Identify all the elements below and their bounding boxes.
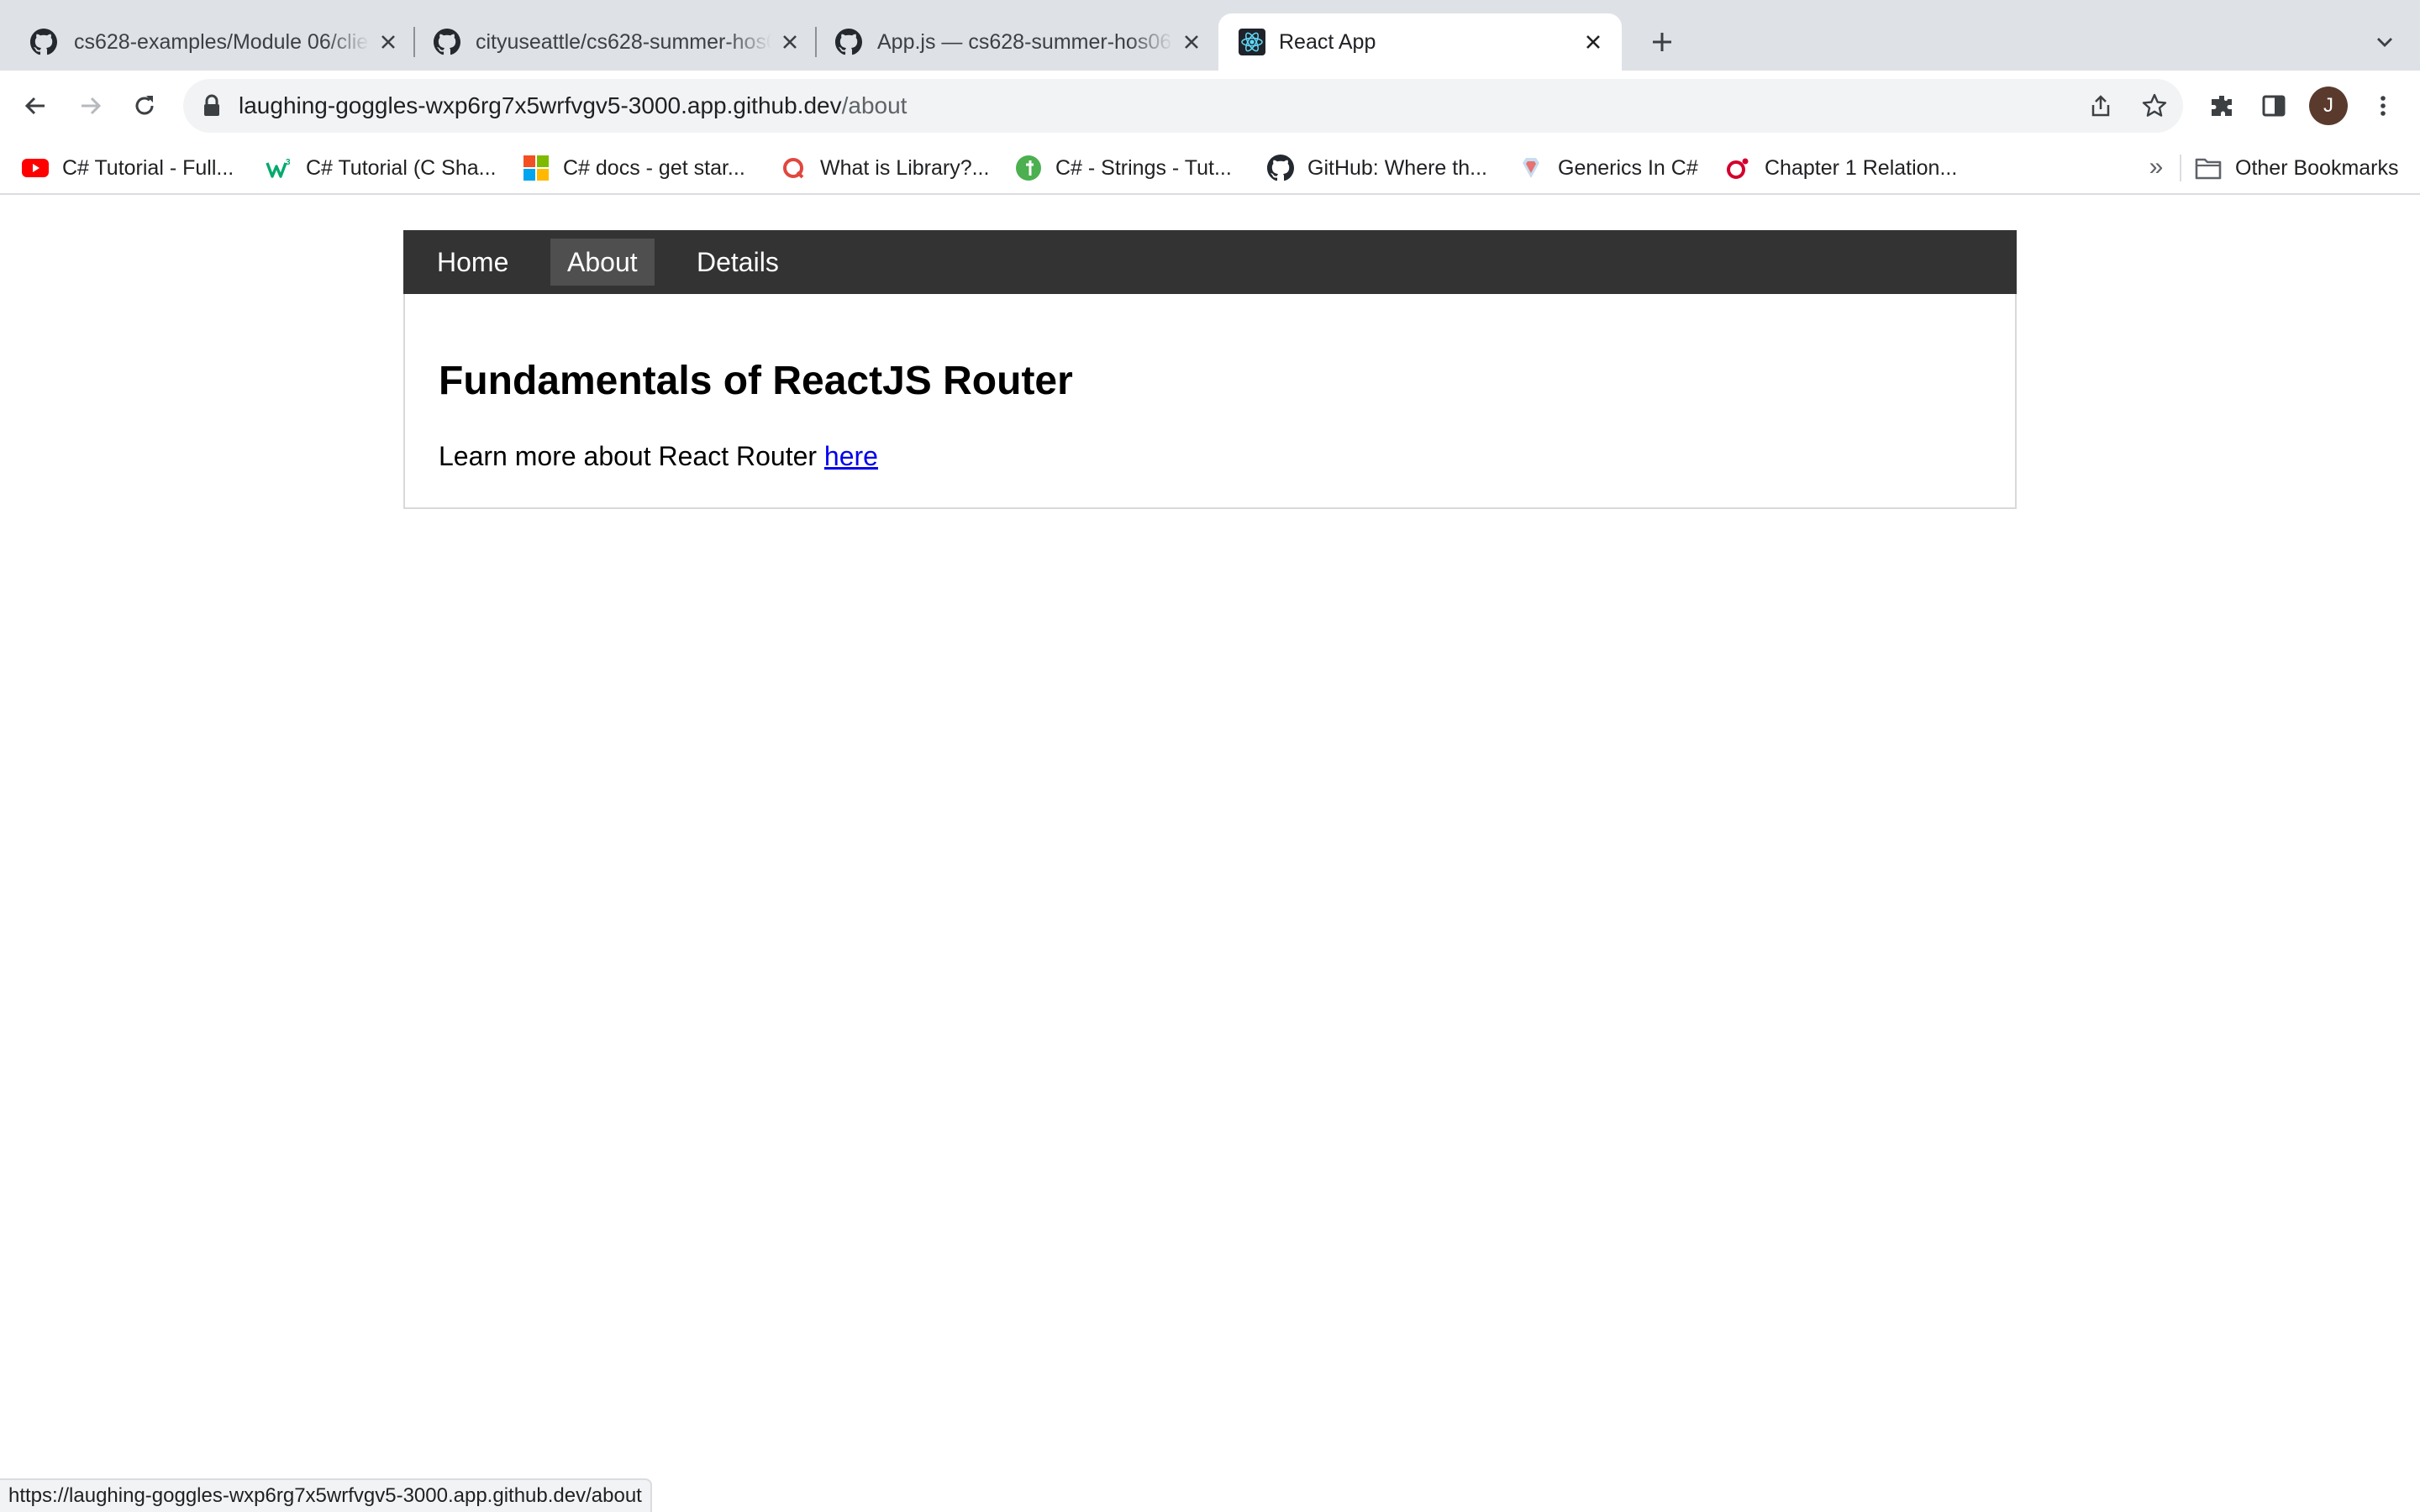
tab-cityuseattle-repo[interactable]: cityuseattle/cs628-summer-hos06 [402,13,812,71]
bookmark-label: Chapter 1 Relation... [1765,155,1958,180]
side-panel-icon[interactable] [2257,89,2291,123]
bookmark-label: C# Tutorial (C Sha... [306,155,497,180]
close-tab-icon[interactable] [776,29,803,55]
bookmark-item[interactable]: C# docs - get star... [523,148,745,188]
github-icon [835,29,862,55]
folder-icon [2195,155,2222,181]
extensions-icon[interactable] [2205,89,2238,123]
csharpcorner-icon [1518,155,1544,181]
bookmark-item[interactable]: What is Library?... [780,148,989,188]
tab-title: React App [1279,30,1376,54]
close-tab-icon[interactable] [1178,29,1205,55]
forward-button[interactable] [72,87,109,124]
github-icon [1267,155,1294,181]
status-url-bubble: https://laughing-goggles-wxp6rg7x5wrfvgv… [0,1478,652,1512]
bookmark-label: Other Bookmarks [2235,155,2399,180]
microsoft-icon [523,155,550,181]
bookmark-label: What is Library?... [820,155,990,180]
profile-avatar[interactable]: J [2309,87,2348,125]
youtube-icon [22,155,49,181]
bookmark-item[interactable]: C# - Strings - Tut... [1015,148,1232,188]
bookmark-item[interactable]: Generics In C# [1518,148,1698,188]
page-text-body: Learn more about React Router [439,441,818,471]
page-title: Fundamentals of ReactJS Router [439,359,1073,403]
bookmark-item[interactable]: GitHub: Where th... [1267,148,1487,188]
bookmark-star-icon[interactable] [2138,89,2171,123]
bookmark-item[interactable]: Chapter 1 Relation... [1724,148,1957,188]
tab-react-app[interactable]: React App [1218,13,1622,71]
share-icon[interactable] [2084,89,2118,123]
other-bookmarks-folder[interactable]: Other Bookmarks [2195,148,2399,188]
bookmarks-divider [2180,155,2181,181]
bookmark-label: Generics In C# [1558,155,1698,180]
bookmark-label: C# docs - get star... [563,155,745,180]
page-text: Learn more about React Router here [439,441,878,472]
lock-icon[interactable] [202,94,222,118]
tab-title: cityuseattle/cs628-summer-hos06 [476,30,771,54]
url-text[interactable]: laughing-goggles-wxp6rg7x5wrfvgv5-3000.a… [239,79,907,133]
url-path: /about [841,92,908,118]
tab-title: cs628-examples/Module 06/client-side-rou… [74,30,370,54]
back-button[interactable] [17,87,54,124]
tab-app-js-editor[interactable]: App.js — cs628-summer-hos06 [803,13,1213,71]
react-icon [1239,29,1265,55]
url-host: laughing-goggles-wxp6rg7x5wrfvgv5-3000.a… [239,92,842,118]
library-site-icon [780,155,807,181]
react-router-link[interactable]: here [824,441,878,471]
svg-text:3: 3 [286,158,291,167]
bookmark-label: C# - Strings - Tut... [1055,155,1232,180]
more-bookmarks-button[interactable]: » [2144,151,2168,185]
tab-search-button[interactable] [2368,25,2402,59]
nav-link-about[interactable]: About [550,239,655,286]
github-icon [30,29,57,55]
tab-cs628-examples[interactable]: cs628-examples/Module 06/client-side-rou… [0,13,410,71]
tab-title: App.js — cs628-summer-hos06 [877,30,1172,54]
bookmark-label: GitHub: Where th... [1307,155,1487,180]
w3schools-icon: 3 [266,155,292,181]
reload-button[interactable] [126,87,163,124]
bookmark-label: C# Tutorial - Full... [62,155,234,180]
close-tab-icon[interactable] [1580,29,1607,55]
menu-kebab-icon[interactable] [2366,89,2400,123]
nav-link-home[interactable]: Home [420,239,525,286]
tutorialspoint-icon [1015,155,1042,181]
bookmark-item[interactable]: C# Tutorial - Full... [22,148,234,188]
bookmark-item[interactable]: 3 C# Tutorial (C Sha... [266,148,496,188]
oreilly-icon [1724,155,1751,181]
nav-link-details[interactable]: Details [680,239,796,286]
close-tab-icon[interactable] [375,29,402,55]
github-icon [434,29,460,55]
new-tab-button[interactable] [1645,25,1679,59]
